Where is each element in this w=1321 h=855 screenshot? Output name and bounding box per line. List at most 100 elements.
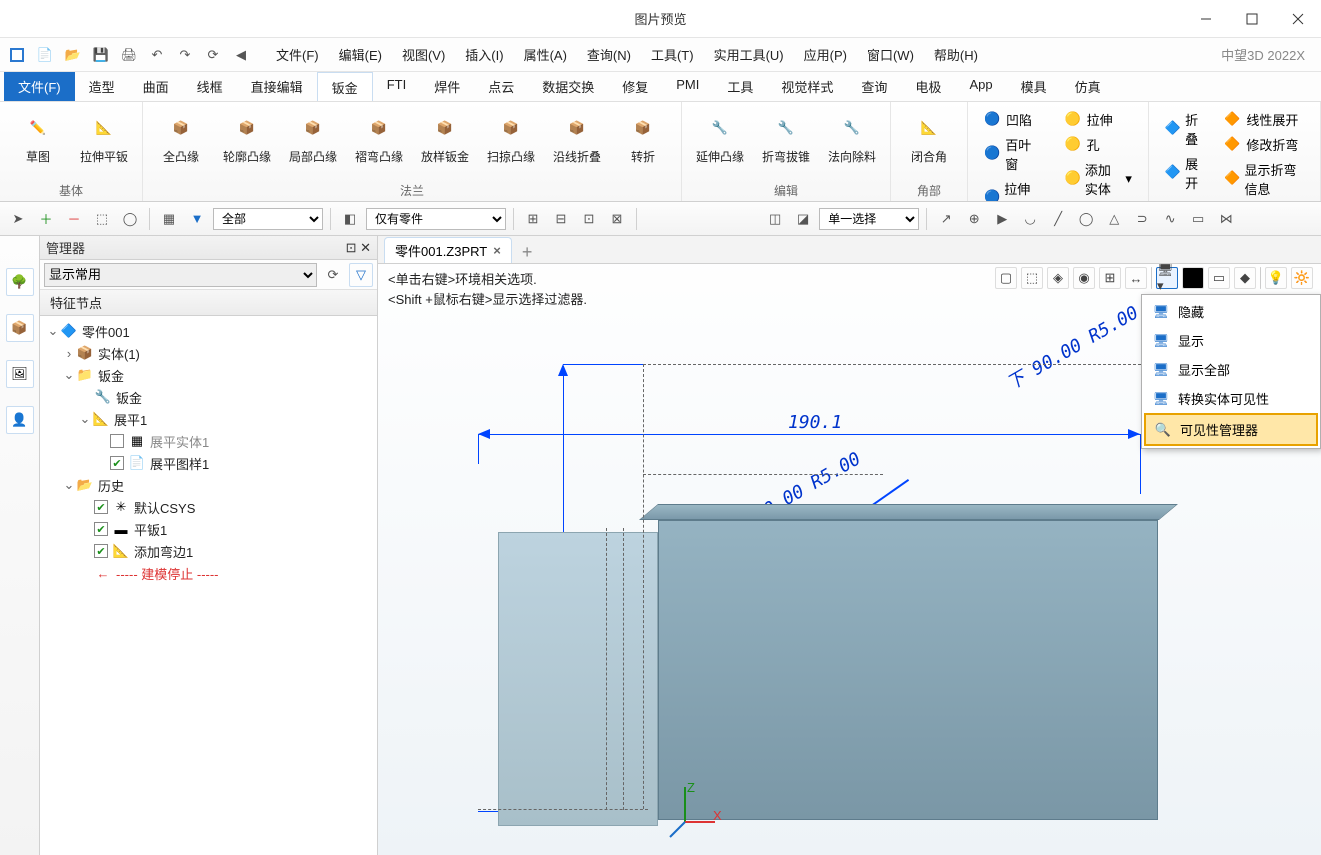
select-mode[interactable]: 单一选择 [819,208,919,230]
vi-5[interactable]: ⊞ [1099,267,1121,289]
tab-visual[interactable]: 视觉样式 [767,72,847,101]
vi-8[interactable]: ▭ [1208,267,1230,289]
new-icon[interactable]: 📄 [34,44,56,66]
btn-normal-cut[interactable]: 🔧法向除料 [822,106,882,180]
menu-util[interactable]: 实用工具(U) [704,41,794,68]
tab-sheetmetal[interactable]: 钣金 [317,72,373,101]
tab-surface[interactable]: 曲面 [129,72,183,101]
tb-l[interactable]: ◯ [1074,207,1098,231]
cursor-icon[interactable]: ➤ [6,207,30,231]
btn-louver[interactable]: 🔵百叶窗 [980,133,1047,175]
vi-4[interactable]: ◉ [1073,267,1095,289]
tb-o[interactable]: ∿ [1158,207,1182,231]
tb-n[interactable]: ⊃ [1130,207,1154,231]
tree-sheetmetal-sub[interactable]: 🔧钣金 [42,386,375,408]
rail-tree-icon[interactable]: 🌳 [6,268,34,296]
tree-sheetmetal[interactable]: ⌄📁钣金 [42,364,375,386]
tree-flatten-solid[interactable]: ▦展平实体1 [42,430,375,452]
close-button[interactable] [1275,0,1321,38]
vi-2[interactable]: ⬚ [1021,267,1043,289]
viewport[interactable]: <单击右键>环境相关选项. <Shift +鼠标右键>显示选择过滤器. ▢ ⬚ … [378,264,1321,855]
minimize-button[interactable] [1183,0,1229,38]
doc-tab-close-icon[interactable]: × [493,243,501,258]
btn-unfold[interactable]: 🔷展开 [1161,152,1206,194]
tb-g[interactable]: ↗ [934,207,958,231]
tab-file[interactable]: 文件(F) [4,72,75,101]
open-icon[interactable]: 📂 [62,44,84,66]
tree-stop[interactable]: ←----- 建模停止 ----- [42,562,375,584]
menu-edit[interactable]: 编辑(E) [329,41,392,68]
tb-a[interactable]: ⊞ [521,207,545,231]
tree-csys[interactable]: ✳默认CSYS [42,496,375,518]
tb-e[interactable]: ◫ [763,207,787,231]
tb-c[interactable]: ⊡ [577,207,601,231]
tab-pc[interactable]: 点云 [474,72,528,101]
maximize-button[interactable] [1229,0,1275,38]
dd-show-all[interactable]: 🖥显示全部 [1144,355,1318,384]
btn-fold[interactable]: 🔷折叠 [1161,108,1206,150]
cube-icon[interactable]: ◧ [338,207,362,231]
tree-root[interactable]: ⌄🔷零件001 [42,320,375,342]
vi-9[interactable]: ◆ [1234,267,1256,289]
tree-history[interactable]: ⌄📂历史 [42,474,375,496]
dd-hide[interactable]: 🖥隐藏 [1144,297,1318,326]
btn-show-bend-info[interactable]: 🔶显示折弯信息 [1220,158,1308,200]
tab-repair[interactable]: 修复 [608,72,662,101]
menu-query[interactable]: 查询(N) [577,41,641,68]
btn-extrude-plate[interactable]: 📐拉伸平钣 [74,106,134,180]
tab-mold[interactable]: 模具 [1007,72,1061,101]
tb-i[interactable]: ▶ [990,207,1014,231]
tab-tools[interactable]: 工具 [713,72,767,101]
dd-visibility-manager[interactable]: 🔍可见性管理器 [1144,413,1318,446]
tb-f[interactable]: ◪ [791,207,815,231]
btn-local-flange[interactable]: 📦局部凸缘 [283,106,343,180]
tab-query2[interactable]: 查询 [847,72,901,101]
tab-fti[interactable]: FTI [373,72,421,101]
tree-flatten[interactable]: ⌄📐展平1 [42,408,375,430]
btn-hole[interactable]: 🟡孔 [1061,133,1136,156]
btn-line-fold[interactable]: 📦沿线折叠 [547,106,607,180]
tb-m[interactable]: △ [1102,207,1126,231]
vi-3[interactable]: ◈ [1047,267,1069,289]
tree-plate[interactable]: ▬平钣1 [42,518,375,540]
doc-add-button[interactable]: + [522,242,533,263]
vi-10[interactable]: 💡 [1265,267,1287,289]
tab-model[interactable]: 造型 [75,72,129,101]
tb-j[interactable]: ◡ [1018,207,1042,231]
btn-jog[interactable]: 📦转折 [613,106,673,180]
btn-profile-flange[interactable]: 📦轮廓凸缘 [217,106,277,180]
undo-icon[interactable]: ↶ [146,44,168,66]
filter-select-1[interactable]: 全部 [213,208,323,230]
minus-icon[interactable]: － [62,207,86,231]
btn-sketch[interactable]: ✏️草图 [8,106,68,180]
btn-extrude-form[interactable]: 🔵拉伸成型 [980,177,1047,202]
dd-show[interactable]: 🖥显示 [1144,326,1318,355]
tb-q[interactable]: ⋈ [1214,207,1238,231]
btn-sweep-flange[interactable]: 📦扫掠凸缘 [481,106,541,180]
btn-dimple[interactable]: 🔵凹陷 [980,108,1047,131]
tb-d[interactable]: ⊠ [605,207,629,231]
rect-select-icon[interactable]: ⬚ [90,207,114,231]
tab-directedit[interactable]: 直接编辑 [237,72,317,101]
vi-6[interactable]: ↔ [1125,267,1147,289]
tab-sim[interactable]: 仿真 [1061,72,1115,101]
tab-weld[interactable]: 焊件 [420,72,474,101]
menu-view[interactable]: 视图(V) [392,41,455,68]
btn-modify-bend[interactable]: 🔶修改折弯 [1220,133,1308,156]
vi-1[interactable]: ▢ [995,267,1017,289]
tb-p[interactable]: ▭ [1186,207,1210,231]
mgr-refresh-icon[interactable]: ⟳ [321,263,345,287]
vi-11[interactable]: 🔆 [1291,267,1313,289]
refresh-icon[interactable]: ⟳ [202,44,224,66]
dd-toggle-visible[interactable]: 🖥转换实体可见性 [1144,384,1318,413]
doc-tab[interactable]: 零件001.Z3PRT × [384,237,512,263]
save-icon[interactable]: 💾 [90,44,112,66]
rail-picture-icon[interactable]: 🖼 [6,360,34,388]
vi-7[interactable] [1182,267,1204,289]
display-select[interactable]: 显示常用 [44,263,317,287]
back-icon[interactable]: ◀ [230,44,252,66]
redo-icon[interactable]: ↷ [174,44,196,66]
tab-app2[interactable]: App [955,72,1006,101]
btn-loft-sheet[interactable]: 📦放样钣金 [415,106,475,180]
plus-icon[interactable]: ＋ [34,207,58,231]
